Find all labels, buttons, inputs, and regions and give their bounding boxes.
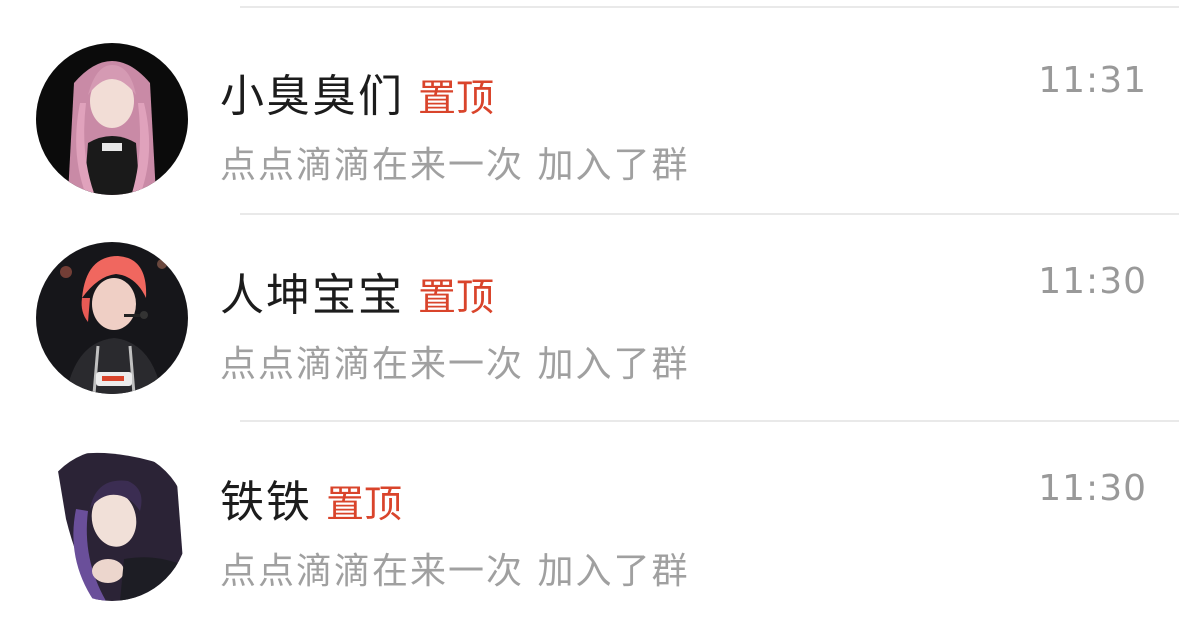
- chat-row[interactable]: 小臭臭们 置顶 11:31 点点滴滴在来一次 加入了群: [0, 8, 1179, 214]
- chat-preview: 点点滴滴在来一次 加入了群: [220, 344, 690, 385]
- chat-time: 11:30: [1038, 468, 1147, 509]
- chat-name: 铁铁: [220, 477, 312, 528]
- chat-preview: 点点滴滴在来一次 加入了群: [220, 145, 690, 186]
- avatar[interactable]: [36, 449, 188, 601]
- chat-title-line: 铁铁 置顶: [220, 466, 402, 528]
- chat-title-line: 小臭臭们 置顶: [220, 60, 494, 122]
- avatar-pink-hair-portrait-icon: [36, 43, 188, 195]
- pinned-badge: 置顶: [326, 482, 403, 526]
- avatar[interactable]: [36, 242, 188, 394]
- pinned-badge: 置顶: [418, 76, 495, 120]
- chat-name: 小臭臭们: [220, 71, 404, 122]
- avatar[interactable]: [36, 43, 188, 195]
- chat-preview: 点点滴滴在来一次 加入了群: [220, 551, 690, 592]
- chat-row[interactable]: 人坤宝宝 置顶 11:30 点点滴滴在来一次 加入了群: [0, 215, 1179, 421]
- chat-title-line: 人坤宝宝 置顶: [220, 259, 494, 321]
- chat-row[interactable]: 铁铁 置顶 11:30 点点滴滴在来一次 加入了群: [0, 422, 1179, 627]
- chat-time: 11:30: [1038, 261, 1147, 302]
- avatar-red-hair-portrait-icon: [36, 242, 188, 394]
- avatar-purple-hair-portrait-icon: [36, 449, 188, 601]
- chat-name: 人坤宝宝: [220, 270, 404, 321]
- chat-time: 11:31: [1038, 60, 1147, 101]
- chat-list: 小臭臭们 置顶 11:31 点点滴滴在来一次 加入了群 人坤宝宝 置顶 11:3…: [0, 0, 1179, 627]
- pinned-badge: 置顶: [418, 275, 495, 319]
